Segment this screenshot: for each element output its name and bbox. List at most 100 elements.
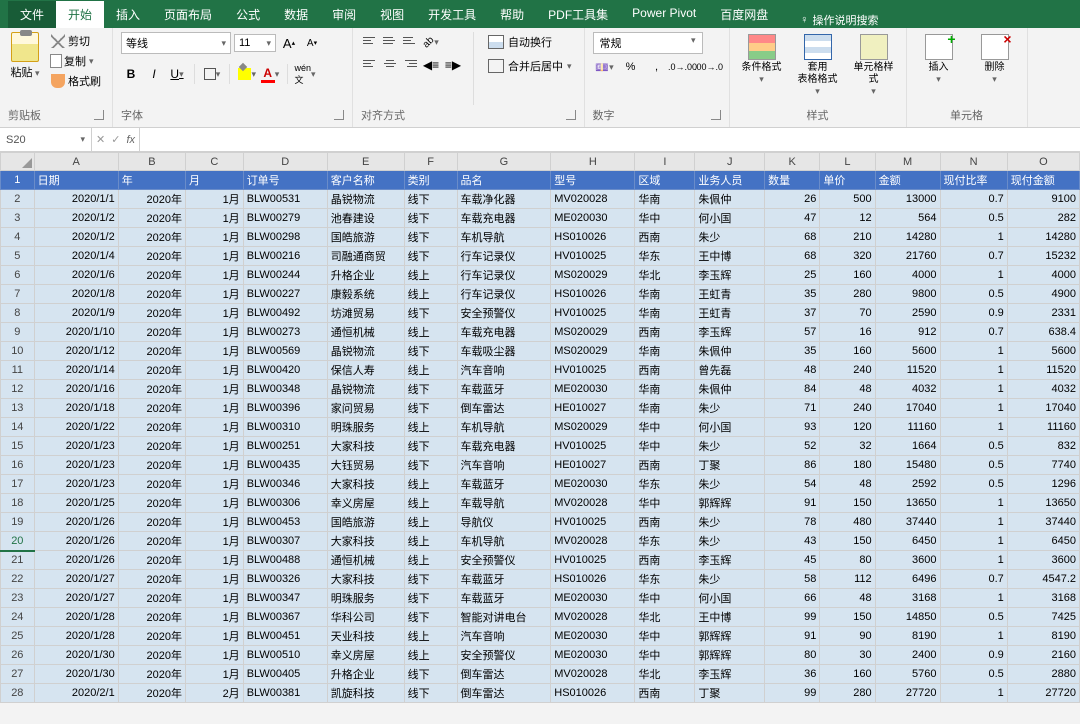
cell[interactable]: 638.4: [1007, 323, 1079, 342]
row-header-13[interactable]: 13: [1, 399, 35, 418]
number-format-dropdown[interactable]: 常规▾: [593, 32, 703, 54]
phonetic-button[interactable]: wén文▾: [295, 64, 315, 84]
cell[interactable]: 朱佩仲: [695, 342, 765, 361]
cell[interactable]: 6496: [875, 570, 940, 589]
cell[interactable]: 华北: [635, 665, 695, 684]
cell[interactable]: 4000: [875, 266, 940, 285]
cell[interactable]: 2020年: [118, 342, 185, 361]
cell[interactable]: 2020年: [118, 418, 185, 437]
cell[interactable]: 2020/1/6: [34, 266, 118, 285]
cell[interactable]: 线下: [404, 437, 457, 456]
cell[interactable]: 37440: [875, 513, 940, 532]
cell[interactable]: 线下: [404, 589, 457, 608]
cell[interactable]: 2020年: [118, 209, 185, 228]
fill-color-button[interactable]: ▾: [237, 64, 257, 84]
cell[interactable]: 1: [940, 589, 1007, 608]
cell[interactable]: 李玉辉: [695, 551, 765, 570]
cell[interactable]: 大钰贸易: [327, 456, 404, 475]
cell[interactable]: BLW00381: [243, 684, 327, 703]
cell[interactable]: 1月: [186, 608, 244, 627]
cell[interactable]: 西南: [635, 361, 695, 380]
cell[interactable]: 282: [1007, 209, 1079, 228]
cell[interactable]: 倒车雷达: [457, 684, 551, 703]
row-header-6[interactable]: 6: [1, 266, 35, 285]
cell[interactable]: 71: [765, 399, 820, 418]
cell[interactable]: BLW00307: [243, 532, 327, 551]
ribbon-tab-7[interactable]: 视图: [368, 1, 416, 28]
header-cell[interactable]: 数量: [765, 171, 820, 190]
cell[interactable]: 2020/1/25: [34, 494, 118, 513]
cell[interactable]: 280: [820, 285, 875, 304]
cell[interactable]: 84: [765, 380, 820, 399]
cell[interactable]: BLW00531: [243, 190, 327, 209]
row-header-10[interactable]: 10: [1, 342, 35, 361]
cell[interactable]: 2020年: [118, 532, 185, 551]
cell[interactable]: 西南: [635, 456, 695, 475]
cell[interactable]: 保信人寿: [327, 361, 404, 380]
number-launcher[interactable]: [711, 110, 721, 120]
cell[interactable]: 华南: [635, 342, 695, 361]
row-header-24[interactable]: 24: [1, 608, 35, 627]
cell[interactable]: 2020/1/18: [34, 399, 118, 418]
header-cell[interactable]: 现付比率: [940, 171, 1007, 190]
ribbon-tab-11[interactable]: Power Pivot: [620, 1, 708, 28]
cell[interactable]: 1月: [186, 342, 244, 361]
cell[interactable]: 行车记录仪: [457, 266, 551, 285]
cell[interactable]: 2020/1/22: [34, 418, 118, 437]
cell[interactable]: 郭辉辉: [695, 646, 765, 665]
align-top-button[interactable]: [361, 32, 379, 48]
cell[interactable]: 车载蓝牙: [457, 570, 551, 589]
col-header-N[interactable]: N: [940, 153, 1007, 171]
cell[interactable]: 线下: [404, 684, 457, 703]
insert-cells-button[interactable]: 插入▾: [915, 32, 963, 87]
delete-cells-button[interactable]: 删除▾: [971, 32, 1019, 87]
col-header-J[interactable]: J: [695, 153, 765, 171]
align-right-button[interactable]: [401, 55, 419, 71]
bold-button[interactable]: B: [121, 64, 141, 84]
cell[interactable]: 线上: [404, 532, 457, 551]
cell[interactable]: 180: [820, 456, 875, 475]
cell[interactable]: 1: [940, 380, 1007, 399]
cell[interactable]: 郭辉辉: [695, 627, 765, 646]
cell[interactable]: 车载充电器: [457, 209, 551, 228]
cell[interactable]: 14850: [875, 608, 940, 627]
increase-font-button[interactable]: A▴: [279, 33, 299, 53]
cell[interactable]: 25: [765, 266, 820, 285]
cell[interactable]: 车载充电器: [457, 323, 551, 342]
cell[interactable]: 车载净化器: [457, 190, 551, 209]
cell[interactable]: 1月: [186, 380, 244, 399]
cell[interactable]: 线下: [404, 247, 457, 266]
cell[interactable]: 2020年: [118, 475, 185, 494]
cell[interactable]: 西南: [635, 228, 695, 247]
ribbon-tab-12[interactable]: 百度网盘: [708, 1, 780, 28]
cell[interactable]: HV010025: [551, 361, 635, 380]
cell[interactable]: 93: [765, 418, 820, 437]
cell[interactable]: 行车记录仪: [457, 285, 551, 304]
cell[interactable]: 1月: [186, 361, 244, 380]
cell[interactable]: 70: [820, 304, 875, 323]
cell[interactable]: HV010025: [551, 304, 635, 323]
cell[interactable]: 4000: [1007, 266, 1079, 285]
paste-button[interactable]: 粘贴 ▾: [8, 32, 42, 80]
cell[interactable]: 曾先磊: [695, 361, 765, 380]
col-header-F[interactable]: F: [404, 153, 457, 171]
col-header-M[interactable]: M: [875, 153, 940, 171]
cell[interactable]: 160: [820, 342, 875, 361]
row-header-4[interactable]: 4: [1, 228, 35, 247]
cell[interactable]: 2020/1/30: [34, 665, 118, 684]
cell[interactable]: 17040: [875, 399, 940, 418]
cell[interactable]: 1月: [186, 228, 244, 247]
cell[interactable]: 1: [940, 532, 1007, 551]
cell[interactable]: 安全预警仪: [457, 304, 551, 323]
cell[interactable]: 华中: [635, 646, 695, 665]
font-name-dropdown[interactable]: 等线▾: [121, 32, 231, 54]
cell[interactable]: 3168: [875, 589, 940, 608]
cell[interactable]: BLW00569: [243, 342, 327, 361]
cell[interactable]: HV010025: [551, 513, 635, 532]
cell[interactable]: 8190: [1007, 627, 1079, 646]
cell[interactable]: 车载充电器: [457, 437, 551, 456]
enter-formula-button[interactable]: ✓: [111, 133, 120, 146]
cell[interactable]: HV010025: [551, 437, 635, 456]
cell[interactable]: 王虹青: [695, 304, 765, 323]
row-header-3[interactable]: 3: [1, 209, 35, 228]
